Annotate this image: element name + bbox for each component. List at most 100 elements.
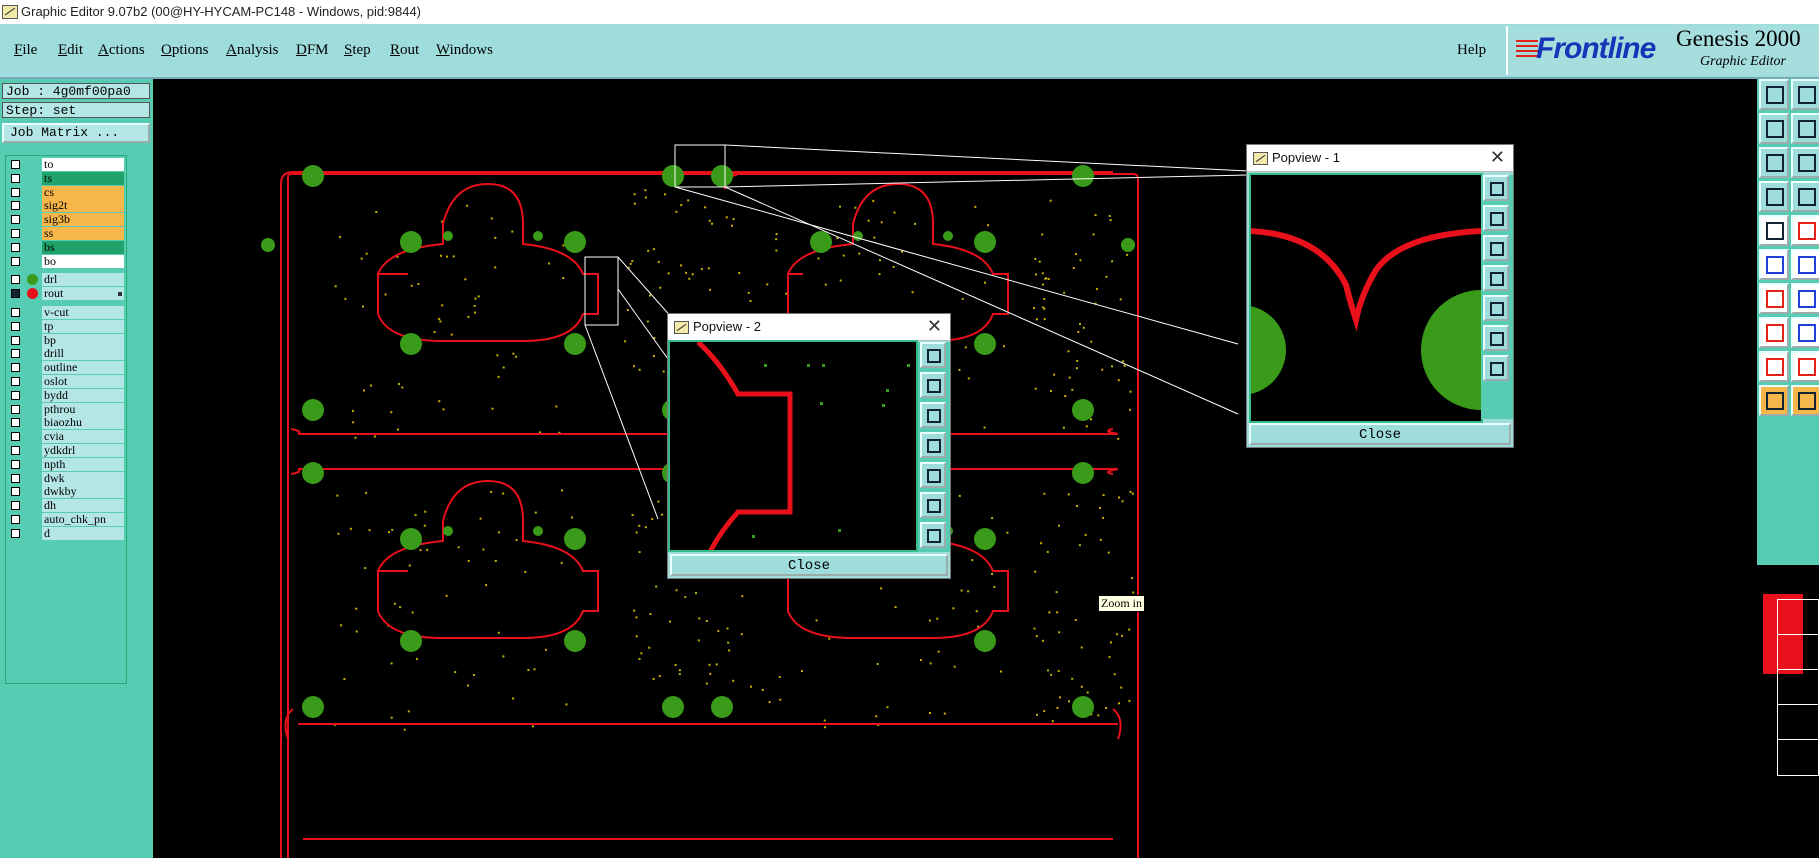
layer-affected-checkbox[interactable] — [11, 501, 20, 511]
popview-2-window[interactable]: Popview - 2 ✕ Close — [667, 313, 951, 579]
layer-name[interactable]: sig2t — [42, 199, 124, 213]
layer-affected-checkbox[interactable] — [11, 187, 20, 197]
tool-slash-icon[interactable] — [1791, 283, 1819, 314]
layer-name[interactable]: rout — [42, 287, 124, 301]
layer-affected-checkbox[interactable] — [11, 335, 20, 345]
tool-polyline-icon[interactable] — [1791, 351, 1819, 382]
layer-affected-checkbox[interactable] — [11, 256, 20, 266]
popview-1-window[interactable]: Popview - 1 ✕ Close — [1246, 144, 1514, 448]
pan-down-icon[interactable] — [920, 402, 946, 428]
layer-affected-checkbox[interactable] — [11, 215, 20, 225]
layer-row-ss[interactable]: ss — [8, 227, 124, 241]
menu-options[interactable]: Options — [161, 42, 209, 59]
layer-affected-checkbox[interactable] — [11, 349, 20, 359]
close-icon[interactable]: ✕ — [927, 316, 942, 336]
layer-name[interactable]: sig3b — [42, 213, 124, 227]
layer-name[interactable]: tp — [42, 319, 124, 333]
layer-name[interactable]: ts — [42, 171, 124, 185]
popview-1-close-button[interactable]: Close — [1249, 423, 1511, 445]
layer-row-drl[interactable]: drl — [8, 273, 124, 287]
menu-windows[interactable]: Windows — [436, 42, 493, 59]
layer-name[interactable]: ydkdrl — [42, 444, 124, 457]
tool-triangle-icon[interactable] — [1759, 351, 1789, 382]
menu-actions[interactable]: Actions — [98, 42, 145, 59]
layer-name[interactable]: dwk — [42, 471, 124, 485]
layer-row-biaozhu[interactable]: biaozhu — [8, 416, 124, 430]
layer-name[interactable]: bs — [42, 240, 124, 254]
popview-1-titlebar[interactable]: Popview - 1 ✕ — [1247, 145, 1513, 172]
layer-name[interactable]: to — [42, 158, 124, 171]
layer-affected-checkbox[interactable] — [11, 459, 20, 469]
layer-affected-checkbox[interactable] — [11, 173, 20, 183]
layer-name[interactable]: dwkby — [42, 485, 124, 499]
job-matrix-button[interactable]: Job Matrix ... — [2, 123, 150, 143]
pan-right-icon[interactable] — [920, 462, 946, 488]
tool-snap-icon[interactable] — [1759, 79, 1789, 110]
layer-affected-checkbox[interactable] — [11, 515, 20, 524]
zoom-out-icon[interactable] — [920, 522, 946, 548]
layer-affected-checkbox[interactable] — [11, 242, 20, 252]
pan-left-icon[interactable] — [1483, 265, 1509, 291]
pan-left-icon[interactable] — [920, 432, 946, 458]
tool-line-icon[interactable] — [1791, 215, 1819, 246]
layer-row-dwkby[interactable]: dwkby — [8, 485, 124, 499]
layer-name[interactable]: bydd — [42, 388, 124, 402]
layer-affected-checkbox[interactable] — [11, 390, 20, 400]
layer-display-dot-icon[interactable] — [27, 288, 38, 300]
layer-row-ts[interactable]: ts — [8, 171, 124, 186]
menu-rout[interactable]: Rout — [390, 42, 419, 59]
tool-net-icon[interactable] — [1759, 249, 1789, 280]
zoom-in-icon[interactable] — [1483, 325, 1509, 351]
pan-up-icon[interactable] — [1483, 205, 1509, 231]
layer-row-auto-chk-pn[interactable]: auto_chk_pn — [8, 513, 124, 527]
layer-row-tp[interactable]: tp — [8, 319, 124, 334]
pan-up-icon[interactable] — [920, 372, 946, 398]
layer-affected-checkbox[interactable] — [11, 275, 20, 285]
layer-name[interactable]: bp — [42, 333, 124, 347]
zoom-window-icon[interactable] — [1483, 175, 1509, 201]
layer-affected-checkbox[interactable] — [11, 308, 20, 317]
menu-dfm[interactable]: DFM — [296, 42, 329, 59]
layer-name[interactable]: bo — [42, 254, 124, 268]
layer-affected-checkbox[interactable] — [11, 201, 20, 211]
zoom-out-icon[interactable] — [1483, 355, 1509, 381]
layer-name[interactable]: v-cut — [42, 306, 124, 319]
layer-affected-checkbox[interactable] — [11, 446, 20, 455]
layer-name[interactable]: dh — [42, 499, 124, 513]
layer-name[interactable]: cs — [42, 185, 124, 199]
tool-cross-icon[interactable] — [1791, 249, 1819, 280]
layer-affected-checkbox[interactable] — [11, 377, 20, 386]
tool-display-icon[interactable] — [1791, 79, 1819, 110]
layer-affected-checkbox[interactable] — [11, 363, 20, 373]
layer-name[interactable]: biaozhu — [42, 416, 124, 430]
menu-step[interactable]: Step — [344, 42, 371, 59]
popview-1-view[interactable] — [1249, 173, 1483, 423]
layer-name[interactable]: ss — [42, 227, 124, 240]
menu-analysis[interactable]: Analysis — [226, 42, 279, 59]
layer-affected-checkbox[interactable] — [11, 432, 20, 442]
layer-row-bo[interactable]: bo — [8, 254, 124, 269]
popview-2-close-button[interactable]: Close — [670, 554, 948, 576]
menu-edit[interactable]: Edit — [58, 42, 83, 59]
tool-fit-icon[interactable] — [1759, 147, 1789, 178]
layer-affected-checkbox[interactable] — [11, 160, 20, 169]
tool-arc-icon[interactable] — [1759, 283, 1789, 314]
layer-row-v-cut[interactable]: v-cut — [8, 306, 124, 320]
tool-pointer-icon[interactable] — [1759, 385, 1789, 416]
menu-file[interactable]: File — [14, 42, 37, 59]
layer-row-to[interactable]: to — [8, 158, 124, 172]
layer-name[interactable]: drill — [42, 347, 124, 361]
close-icon[interactable]: ✕ — [1490, 147, 1505, 167]
layer-affected-checkbox[interactable] — [11, 418, 20, 428]
zoom-in-icon[interactable] — [920, 492, 946, 518]
layer-name[interactable]: cvia — [42, 430, 124, 444]
tool-edit-line-icon[interactable] — [1791, 317, 1819, 348]
layer-name[interactable]: d — [42, 526, 124, 540]
layer-row-oslot[interactable]: oslot — [8, 375, 124, 389]
layer-row-npth[interactable]: npth — [8, 457, 124, 472]
popview-2-view[interactable] — [668, 340, 918, 552]
tool-zoom-home-icon[interactable] — [1759, 113, 1789, 144]
menu-help[interactable]: Help — [1457, 42, 1486, 59]
layer-row-rout[interactable]: rout — [8, 287, 124, 301]
tool-zoom-window-icon[interactable] — [1791, 113, 1819, 144]
